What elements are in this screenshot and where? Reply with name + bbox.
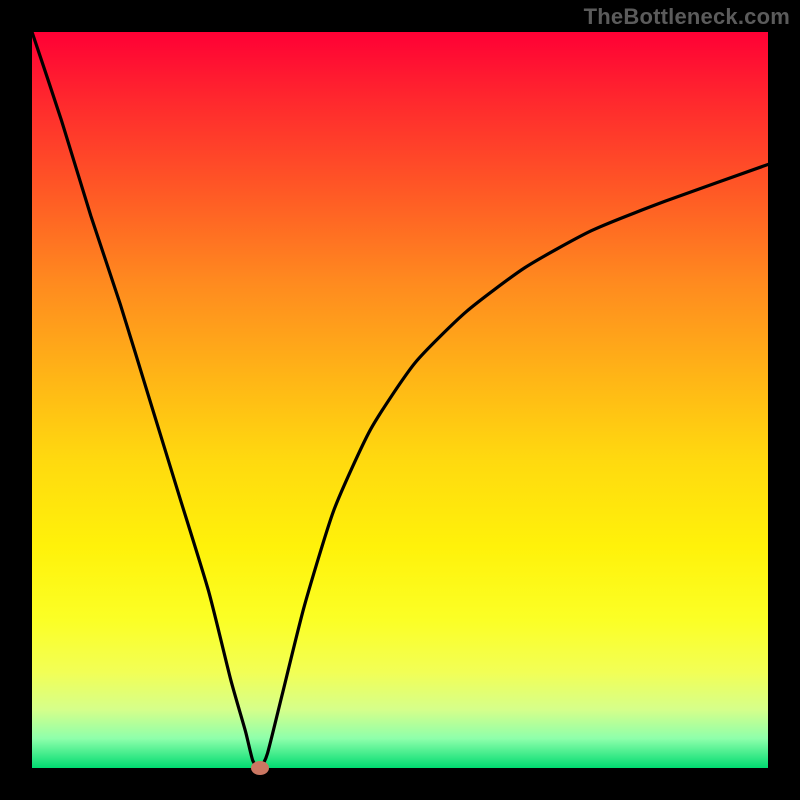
optimal-point-marker [251, 761, 269, 775]
bottleneck-curve [32, 32, 768, 768]
plot-area [32, 32, 768, 768]
chart-frame: TheBottleneck.com [0, 0, 800, 800]
watermark-text: TheBottleneck.com [584, 4, 790, 30]
